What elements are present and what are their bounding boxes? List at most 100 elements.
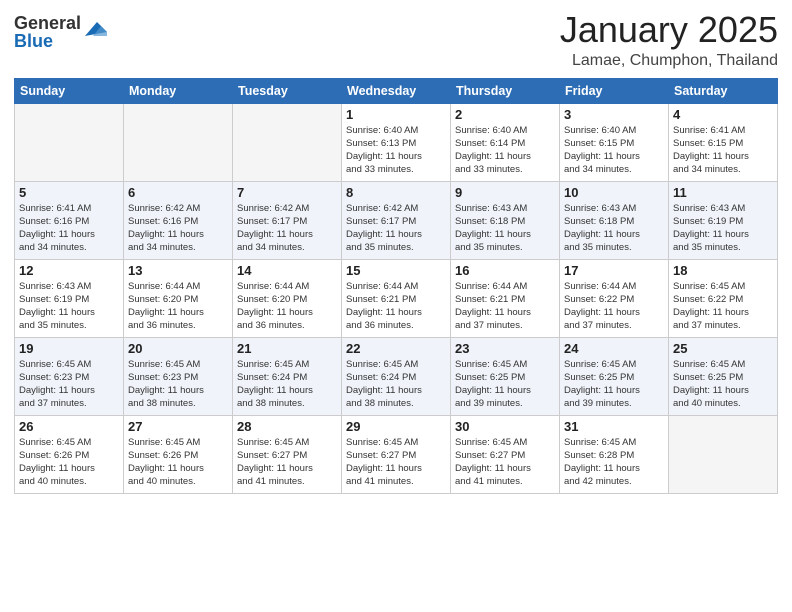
cell-day-number: 17: [564, 263, 664, 278]
cell-info: Sunrise: 6:43 AM Sunset: 6:18 PM Dayligh…: [564, 202, 664, 255]
calendar-cell: 6 Sunrise: 6:42 AM Sunset: 6:16 PM Daylig…: [124, 181, 233, 259]
cell-info: Sunrise: 6:45 AM Sunset: 6:27 PM Dayligh…: [455, 436, 555, 489]
calendar-cell: 19Sunrise: 6:45 AM Sunset: 6:23 PM Dayli…: [15, 337, 124, 415]
page: General Blue January 2025 Lamae, Chumpho…: [0, 0, 792, 612]
cell-info: Sunrise: 6:45 AM Sunset: 6:26 PM Dayligh…: [19, 436, 119, 489]
cell-day-number: 24: [564, 341, 664, 356]
calendar-cell: 28 Sunrise: 6:45 AM Sunset: 6:27 PM Dayli…: [233, 415, 342, 493]
calendar-cell: 20Sunrise: 6:45 AM Sunset: 6:23 PM Dayli…: [124, 337, 233, 415]
cell-info: Sunrise: 6:42 AM Sunset: 6:16 PM Dayligh…: [128, 202, 228, 255]
cell-day-number: 31: [564, 419, 664, 434]
cell-info: Sunrise: 6:44 AM Sunset: 6:21 PM Dayligh…: [455, 280, 555, 333]
calendar-cell: 23 Sunrise: 6:45 AM Sunset: 6:25 PM Dayli…: [451, 337, 560, 415]
cell-info: Sunrise: 6:44 AM Sunset: 6:20 PM Dayligh…: [237, 280, 337, 333]
cell-info: Sunrise: 6:44 AM Sunset: 6:20 PM Dayligh…: [128, 280, 228, 333]
week-row-5: 26 Sunrise: 6:45 AM Sunset: 6:26 PM Dayli…: [15, 415, 778, 493]
cell-day-number: 29: [346, 419, 446, 434]
calendar-cell: 25 Sunrise: 6:45 AM Sunset: 6:25 PM Dayli…: [669, 337, 778, 415]
calendar-cell: 5 Sunrise: 6:41 AM Sunset: 6:16 PM Daylig…: [15, 181, 124, 259]
cell-day-number: 28: [237, 419, 337, 434]
cell-info: Sunrise: 6:45 AM Sunset: 6:26 PM Dayligh…: [128, 436, 228, 489]
calendar: SundayMondayTuesdayWednesdayThursdayFrid…: [14, 78, 778, 494]
calendar-cell: 8 Sunrise: 6:42 AM Sunset: 6:17 PM Daylig…: [342, 181, 451, 259]
calendar-cell: 9Sunrise: 6:43 AM Sunset: 6:18 PM Daylig…: [451, 181, 560, 259]
cell-day-number: 30: [455, 419, 555, 434]
weekday-header-tuesday: Tuesday: [233, 78, 342, 103]
cell-info: Sunrise: 6:43 AM Sunset: 6:19 PM Dayligh…: [19, 280, 119, 333]
cell-info: Sunrise: 6:40 AM Sunset: 6:14 PM Dayligh…: [455, 124, 555, 177]
cell-day-number: 1: [346, 107, 446, 122]
logo-general: General: [14, 14, 81, 32]
calendar-cell: 17 Sunrise: 6:44 AM Sunset: 6:22 PM Dayli…: [560, 259, 669, 337]
calendar-cell: [233, 103, 342, 181]
cell-info: Sunrise: 6:42 AM Sunset: 6:17 PM Dayligh…: [237, 202, 337, 255]
week-row-3: 12 Sunrise: 6:43 AM Sunset: 6:19 PM Dayli…: [15, 259, 778, 337]
cell-info: Sunrise: 6:40 AM Sunset: 6:13 PM Dayligh…: [346, 124, 446, 177]
calendar-cell: 10 Sunrise: 6:43 AM Sunset: 6:18 PM Dayli…: [560, 181, 669, 259]
cell-day-number: 23: [455, 341, 555, 356]
cell-info: Sunrise: 6:45 AM Sunset: 6:25 PM Dayligh…: [455, 358, 555, 411]
calendar-cell: 21 Sunrise: 6:45 AM Sunset: 6:24 PM Dayli…: [233, 337, 342, 415]
calendar-cell: 15Sunrise: 6:44 AM Sunset: 6:21 PM Dayli…: [342, 259, 451, 337]
cell-day-number: 14: [237, 263, 337, 278]
cell-day-number: 11: [673, 185, 773, 200]
cell-info: Sunrise: 6:45 AM Sunset: 6:22 PM Dayligh…: [673, 280, 773, 333]
cell-info: Sunrise: 6:45 AM Sunset: 6:25 PM Dayligh…: [564, 358, 664, 411]
weekday-header-wednesday: Wednesday: [342, 78, 451, 103]
cell-info: Sunrise: 6:43 AM Sunset: 6:19 PM Dayligh…: [673, 202, 773, 255]
cell-day-number: 25: [673, 341, 773, 356]
cell-info: Sunrise: 6:45 AM Sunset: 6:24 PM Dayligh…: [237, 358, 337, 411]
cell-info: Sunrise: 6:40 AM Sunset: 6:15 PM Dayligh…: [564, 124, 664, 177]
calendar-cell: 27 Sunrise: 6:45 AM Sunset: 6:26 PM Dayli…: [124, 415, 233, 493]
cell-info: Sunrise: 6:45 AM Sunset: 6:27 PM Dayligh…: [346, 436, 446, 489]
calendar-cell: 11 Sunrise: 6:43 AM Sunset: 6:19 PM Dayli…: [669, 181, 778, 259]
calendar-cell: 2 Sunrise: 6:40 AM Sunset: 6:14 PM Daylig…: [451, 103, 560, 181]
calendar-cell: [15, 103, 124, 181]
calendar-cell: 1 Sunrise: 6:40 AM Sunset: 6:13 PM Daylig…: [342, 103, 451, 181]
cell-day-number: 18: [673, 263, 773, 278]
cell-day-number: 16: [455, 263, 555, 278]
cell-day-number: 10: [564, 185, 664, 200]
cell-day-number: 6: [128, 185, 228, 200]
cell-day-number: 7: [237, 185, 337, 200]
cell-info: Sunrise: 6:45 AM Sunset: 6:23 PM Dayligh…: [19, 358, 119, 411]
cell-day-number: 13: [128, 263, 228, 278]
cell-info: Sunrise: 6:41 AM Sunset: 6:15 PM Dayligh…: [673, 124, 773, 177]
cell-day-number: 26: [19, 419, 119, 434]
calendar-cell: 12 Sunrise: 6:43 AM Sunset: 6:19 PM Dayli…: [15, 259, 124, 337]
cell-day-number: 22: [346, 341, 446, 356]
week-row-1: 1 Sunrise: 6:40 AM Sunset: 6:13 PM Daylig…: [15, 103, 778, 181]
calendar-cell: 30 Sunrise: 6:45 AM Sunset: 6:27 PM Dayli…: [451, 415, 560, 493]
logo-text: General Blue: [14, 14, 81, 50]
calendar-cell: 14 Sunrise: 6:44 AM Sunset: 6:20 PM Dayli…: [233, 259, 342, 337]
cell-day-number: 2: [455, 107, 555, 122]
cell-day-number: 5: [19, 185, 119, 200]
cell-day-number: 12: [19, 263, 119, 278]
cell-info: Sunrise: 6:45 AM Sunset: 6:25 PM Dayligh…: [673, 358, 773, 411]
cell-day-number: 27: [128, 419, 228, 434]
logo-blue: Blue: [14, 32, 81, 50]
calendar-cell: 24 Sunrise: 6:45 AM Sunset: 6:25 PM Dayli…: [560, 337, 669, 415]
calendar-cell: 29 Sunrise: 6:45 AM Sunset: 6:27 PM Dayli…: [342, 415, 451, 493]
location-title: Lamae, Chumphon, Thailand: [560, 52, 778, 70]
weekday-header-row: SundayMondayTuesdayWednesdayThursdayFrid…: [15, 78, 778, 103]
cell-info: Sunrise: 6:41 AM Sunset: 6:16 PM Dayligh…: [19, 202, 119, 255]
week-row-4: 19Sunrise: 6:45 AM Sunset: 6:23 PM Dayli…: [15, 337, 778, 415]
cell-info: Sunrise: 6:44 AM Sunset: 6:22 PM Dayligh…: [564, 280, 664, 333]
cell-day-number: 8: [346, 185, 446, 200]
title-area: January 2025 Lamae, Chumphon, Thailand: [560, 10, 778, 70]
calendar-cell: 3Sunrise: 6:40 AM Sunset: 6:15 PM Daylig…: [560, 103, 669, 181]
cell-day-number: 21: [237, 341, 337, 356]
calendar-cell: 16 Sunrise: 6:44 AM Sunset: 6:21 PM Dayli…: [451, 259, 560, 337]
cell-day-number: 15: [346, 263, 446, 278]
logo-icon: [83, 18, 107, 42]
cell-info: Sunrise: 6:43 AM Sunset: 6:18 PM Dayligh…: [455, 202, 555, 255]
cell-info: Sunrise: 6:45 AM Sunset: 6:23 PM Dayligh…: [128, 358, 228, 411]
logo: General Blue: [14, 14, 107, 50]
cell-info: Sunrise: 6:45 AM Sunset: 6:28 PM Dayligh…: [564, 436, 664, 489]
cell-info: Sunrise: 6:45 AM Sunset: 6:27 PM Dayligh…: [237, 436, 337, 489]
calendar-cell: 13 Sunrise: 6:44 AM Sunset: 6:20 PM Dayli…: [124, 259, 233, 337]
cell-info: Sunrise: 6:42 AM Sunset: 6:17 PM Dayligh…: [346, 202, 446, 255]
header: General Blue January 2025 Lamae, Chumpho…: [14, 10, 778, 70]
weekday-header-saturday: Saturday: [669, 78, 778, 103]
